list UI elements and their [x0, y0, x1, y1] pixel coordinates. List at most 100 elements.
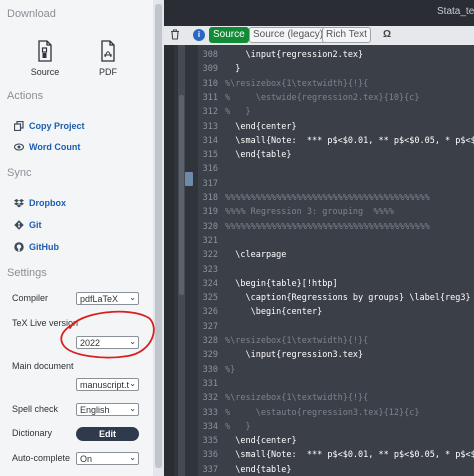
dropbox-label: Dropbox [29, 198, 66, 208]
code-line[interactable]: %\resizebox{1\textwidth}{!}{ [225, 393, 368, 403]
code-line[interactable]: \end{table} [225, 465, 291, 475]
line-number: 315 [202, 150, 218, 161]
dictionary-label: Dictionary [12, 428, 53, 438]
editor-toolbar: i Source Source (legacy) Rich Text Ω [164, 26, 474, 45]
code-line[interactable]: \input{regression2.tex} [225, 50, 363, 60]
line-number: 320 [202, 221, 218, 232]
eye-icon [14, 142, 24, 152]
compiler-select[interactable]: pdfLaTeX ⌄ [76, 292, 139, 305]
copy-project-label: Copy Project [29, 121, 85, 131]
line-number: 308 [202, 50, 218, 60]
word-count-label: Word Count [29, 142, 81, 152]
line-number: 324 [202, 278, 218, 289]
line-number: 317 [202, 178, 218, 189]
main-document-select[interactable]: manuscript.t ⌄ [76, 378, 139, 391]
line-number: 318 [202, 193, 218, 203]
code-line[interactable]: \clearpage [225, 250, 286, 260]
line-number: 323 [202, 264, 218, 275]
line-number: 311 [202, 92, 218, 103]
omega-icon[interactable]: Ω [381, 29, 393, 41]
main-document-value: manuscript.t [80, 380, 130, 390]
code-line[interactable]: %} [225, 365, 235, 375]
tab-rich-text[interactable]: Rich Text [322, 27, 371, 43]
line-number: 314 [202, 135, 218, 146]
code-line[interactable]: \small{Note: *** p$<$0.01, ** p$<$0.05, … [225, 136, 474, 146]
fold-marker[interactable] [185, 172, 193, 186]
left-panel-scrollbar-thumb[interactable] [155, 4, 162, 468]
source-label: Source [30, 67, 60, 77]
line-number: 322 [202, 250, 218, 261]
github-link[interactable]: GitHub [14, 239, 59, 255]
line-number: 321 [202, 235, 218, 246]
trash-icon[interactable] [169, 29, 181, 41]
editor-scrollbar-thumb[interactable] [179, 95, 184, 295]
line-number: 336 [202, 450, 218, 461]
texlive-label: TeX Live version [12, 318, 79, 328]
left-menu-panel: Download Source PDF Actions Copy Project… [0, 0, 164, 476]
code-line[interactable]: \end{table} [225, 150, 291, 160]
download-source-button[interactable]: Source [20, 40, 70, 77]
tab-source-legacy[interactable]: Source (legacy) [249, 27, 328, 43]
dictionary-edit-button[interactable]: Edit [76, 427, 139, 441]
chevron-down-icon: ⌄ [129, 404, 136, 413]
line-number: 332 [202, 393, 218, 404]
spell-check-select[interactable]: English ⌄ [76, 403, 139, 416]
code-line[interactable]: \caption{Regressions by groups} \label{r… [225, 293, 470, 303]
git-label: Git [29, 220, 42, 230]
line-number: 310 [202, 78, 218, 89]
code-line[interactable]: %\resizebox{1\textwidth}{!}{ [225, 79, 368, 89]
line-number: 335 [202, 436, 218, 447]
code-line[interactable]: % \estauto{regression3.tex}{12}{c} [225, 408, 419, 418]
editor-header: Stata_te [164, 0, 474, 26]
line-number: 329 [202, 350, 218, 361]
code-line[interactable]: \end{center} [225, 122, 296, 132]
github-icon [14, 242, 24, 252]
code-line[interactable]: \small{Note: *** p$<$0.01, ** p$<$0.05, … [225, 450, 474, 460]
dropbox-link[interactable]: Dropbox [14, 195, 66, 211]
code-line[interactable]: % } [225, 107, 251, 117]
code-line[interactable]: % } [225, 422, 251, 432]
file-archive-icon [38, 40, 52, 62]
chevron-down-icon: ⌄ [129, 337, 136, 346]
code-line[interactable]: %%%%%%%%%%%%%%%%%%%%%%%%%%%%%%%%%%%%%%%% [225, 222, 430, 232]
line-number: 331 [202, 378, 218, 389]
code-line[interactable]: \input{regression3.tex} [225, 350, 363, 360]
line-number: 328 [202, 336, 218, 346]
info-icon[interactable]: i [193, 29, 205, 41]
compiler-label: Compiler [12, 293, 49, 303]
code-line[interactable]: \begin{table}[!htbp] [225, 279, 337, 289]
line-number: 330 [202, 364, 218, 375]
texlive-select[interactable]: 2022 ⌄ [76, 336, 139, 349]
actions-heading: Actions [7, 90, 44, 102]
autocomplete-value: On [80, 454, 93, 464]
code-line[interactable]: %\resizebox{1\textwidth}{!}{ [225, 336, 368, 346]
code-line[interactable]: \end{center} [225, 436, 296, 446]
line-number: 333 [202, 407, 218, 418]
chevron-down-icon: ⌄ [129, 293, 136, 302]
main-document-label: Main document [12, 361, 74, 371]
code-line[interactable]: } [225, 64, 240, 74]
sync-heading: Sync [7, 167, 32, 179]
copy-icon [14, 121, 24, 131]
download-pdf-button[interactable]: PDF [83, 40, 133, 77]
file-pdf-icon [101, 40, 115, 62]
code-line[interactable]: % \estwide{regression2.tex}{10}{c} [225, 93, 419, 103]
download-heading: Download [7, 8, 56, 20]
line-number: 309 [202, 64, 218, 75]
git-link[interactable]: Git [14, 217, 42, 233]
line-number: 316 [202, 164, 218, 175]
texlive-value: 2022 [80, 338, 101, 348]
copy-project-link[interactable]: Copy Project [14, 118, 85, 134]
code-line[interactable]: %%%%%%%%%%%%%%%%%%%%%%%%%%%%%%%%%%%%%%%% [225, 193, 430, 203]
word-count-link[interactable]: Word Count [14, 139, 80, 155]
line-number: 334 [202, 421, 218, 432]
line-number: 325 [202, 293, 218, 304]
file-title: Stata_te [437, 6, 474, 17]
tab-source[interactable]: Source [209, 27, 249, 43]
autocomplete-select[interactable]: On ⌄ [76, 452, 139, 465]
dropbox-icon [14, 198, 24, 208]
code-line[interactable]: %%%% Regression 3: grouping %%%% [225, 207, 394, 217]
code-line[interactable]: \begin{center} [225, 307, 323, 317]
line-number: 337 [202, 464, 218, 475]
editor-left-edge [164, 45, 174, 476]
